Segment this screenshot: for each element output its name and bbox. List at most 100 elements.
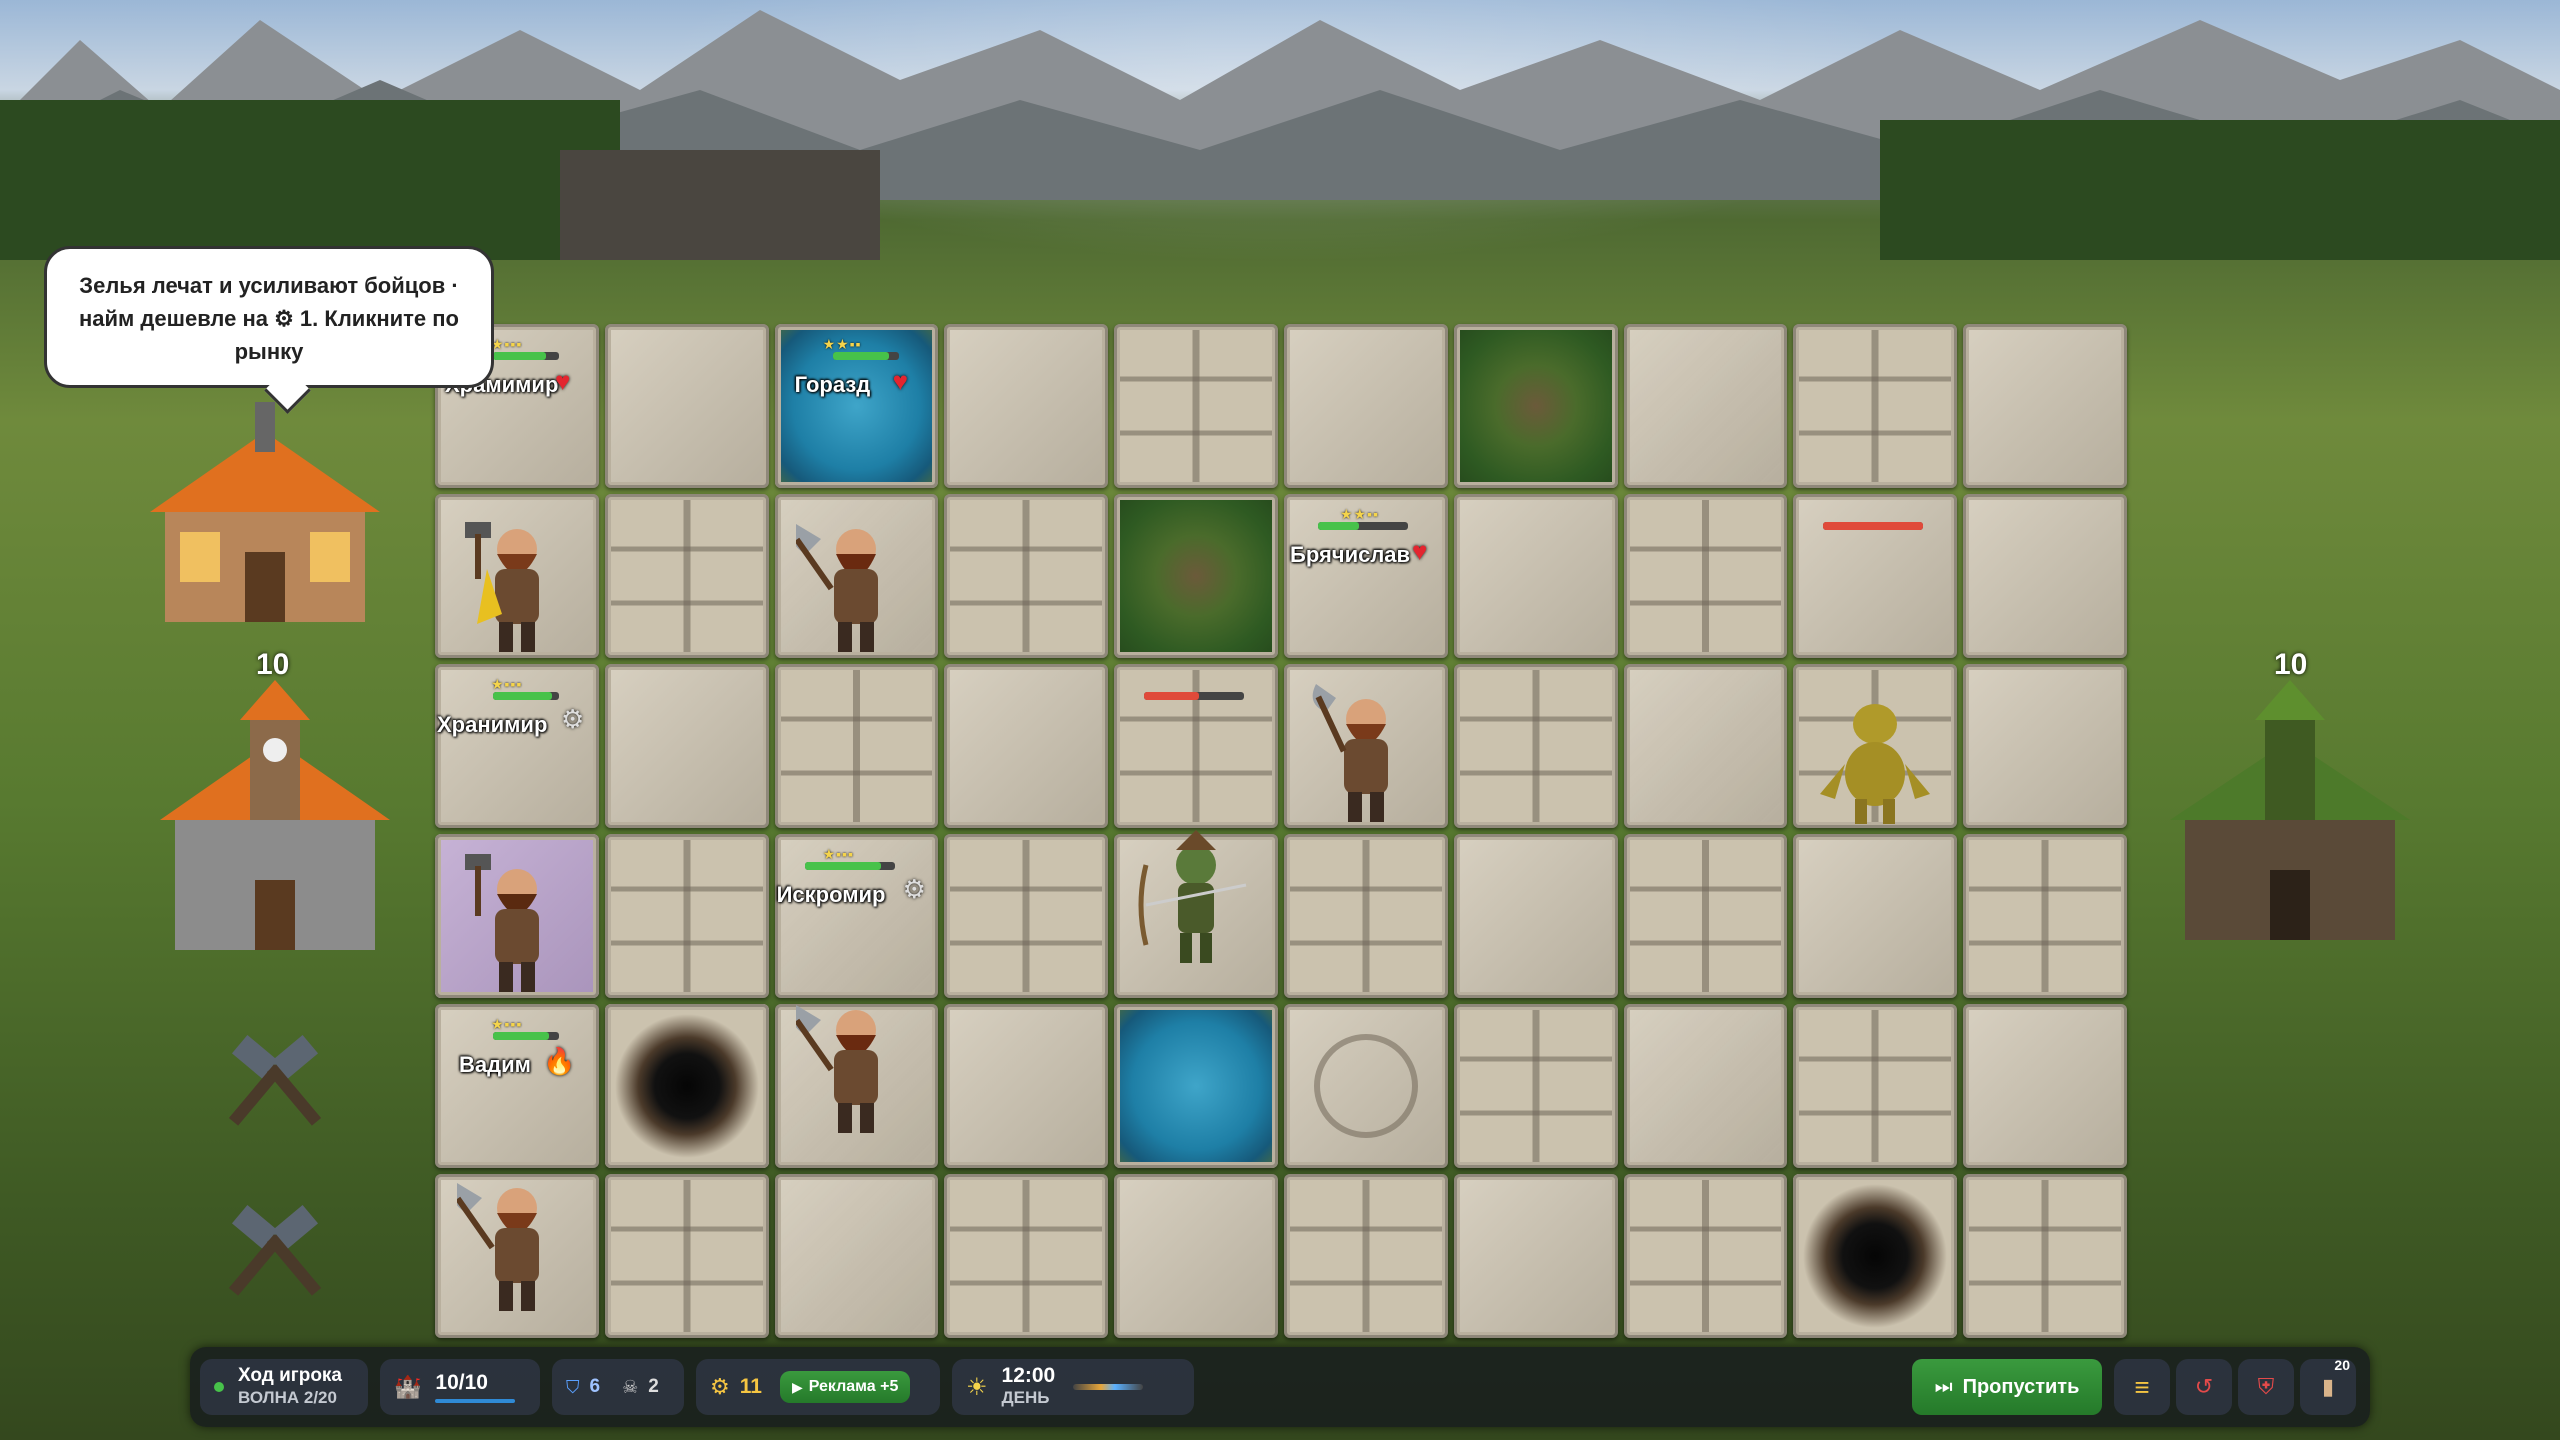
board-tile[interactable] — [1114, 324, 1278, 488]
board-tile[interactable] — [604, 494, 769, 658]
board-tile[interactable]: ★▪▪▪ Вадим 🔥 — [435, 1004, 599, 1168]
board-tile[interactable] — [1114, 829, 1278, 998]
skull-icon: ☠ — [622, 1376, 639, 1397]
board-tile[interactable] — [1793, 664, 1958, 828]
board-tile[interactable] — [1963, 1004, 2127, 1168]
goblin-archer-enemy-unit[interactable] — [1136, 825, 1256, 975]
dwarf-hammer-unit[interactable] — [457, 514, 577, 664]
board-tile[interactable] — [1284, 664, 1448, 828]
board-tile[interactable]: ★★▪▪ Брячислав ♥ — [1284, 494, 1448, 658]
unit-level-stars: ★▪▪▪ — [491, 1016, 523, 1032]
pit-tile[interactable] — [1793, 1174, 1958, 1338]
board-tile[interactable] — [1114, 1174, 1278, 1338]
board-tile[interactable] — [1284, 324, 1448, 488]
dwarf-axe-unit[interactable] — [456, 1173, 577, 1323]
market-building[interactable] — [110, 392, 420, 642]
player-castle[interactable] — [140, 680, 410, 970]
turn-panel: Ход игрока ВОЛНА 2/20 — [200, 1359, 368, 1415]
time-of-day-label: ДЕНЬ — [1001, 1388, 1050, 1407]
board-tile[interactable] — [435, 494, 599, 658]
sun-icon: ☀ — [966, 1373, 988, 1401]
skip-turn-button[interactable]: ⏭ Пропустить — [1912, 1359, 2102, 1415]
board-tile[interactable] — [1963, 494, 2127, 658]
gold-panel: ⚙ 11 ▶ Реклама +5 — [696, 1359, 940, 1415]
board-tile[interactable] — [1453, 1174, 1618, 1338]
board-tile[interactable] — [1793, 494, 1958, 658]
turn-indicator-dot — [214, 1382, 224, 1392]
water-tile[interactable]: ★★▪▪ Горазд ♥ — [774, 324, 939, 488]
forge-hammer-icon-2[interactable] — [220, 1200, 330, 1310]
board-tile[interactable] — [1963, 324, 2127, 488]
board-tile[interactable] — [1623, 834, 1788, 998]
unit-hp-bar — [804, 862, 895, 870]
gear-icon: ⚙ — [561, 704, 585, 734]
board-tile[interactable] — [944, 324, 1109, 488]
board-tile[interactable] — [1623, 1004, 1788, 1168]
board-tile[interactable] — [1453, 494, 1618, 658]
unit-level-stars: ★▪▪▪ — [491, 336, 523, 352]
game-board: ★▪▪▪ Храмимир ♥ ★★▪▪ Горазд ♥ ★★▪▪ Брячи… — [435, 324, 2127, 1338]
ad-bonus-button[interactable]: ▶ Реклама +5 — [779, 1371, 911, 1403]
goblin-enemy-unit[interactable] — [1815, 684, 1935, 834]
board-tile[interactable] — [1623, 494, 1788, 658]
castle-hp-panel: 🏰 10/10 — [380, 1359, 540, 1415]
enemy-base[interactable] — [2150, 680, 2430, 960]
board-tile[interactable] — [774, 494, 939, 658]
board-tile[interactable] — [1963, 1174, 2127, 1338]
archer-spawn-tile[interactable] — [1284, 1004, 1448, 1168]
board-tile[interactable] — [944, 834, 1109, 998]
board-tile[interactable] — [1623, 664, 1788, 828]
time-value: 12:00 — [1001, 1364, 1056, 1387]
board-tile[interactable]: ★▪▪▪ Хранимир ⚙ — [435, 664, 599, 828]
ad-bonus-label: Реклама +5 — [808, 1378, 899, 1395]
board-tile[interactable] — [1453, 1004, 1618, 1168]
board-tile[interactable] — [774, 1004, 939, 1168]
board-tile[interactable] — [774, 1174, 939, 1338]
board-tile[interactable] — [604, 834, 769, 998]
forest-tile[interactable] — [1114, 494, 1278, 658]
pit-tile[interactable] — [604, 1004, 769, 1168]
deck-icon[interactable]: ▮ 20 — [2300, 1357, 2356, 1415]
player-castle-hp: 10 — [256, 648, 290, 681]
board-tile[interactable] — [1284, 1174, 1448, 1338]
board-tile[interactable]: ★▪▪▪ Искромир ⚙ — [774, 834, 939, 998]
dwarf-axe-unit[interactable] — [1306, 684, 1426, 834]
restart-icon[interactable]: ↺ — [2176, 1359, 2232, 1415]
forge-hammer-icon[interactable] — [220, 1030, 330, 1140]
board-tile[interactable] — [1623, 324, 1788, 488]
board-tile[interactable] — [1453, 664, 1618, 828]
water-tile[interactable] — [1114, 1004, 1278, 1168]
board-tile[interactable] — [1114, 664, 1278, 828]
dwarf-hammer-unit[interactable] — [457, 854, 577, 1004]
wave-counter: ВОЛНА 2/20 — [238, 1388, 337, 1407]
board-tile[interactable] — [944, 664, 1109, 828]
board-tile[interactable] — [944, 1004, 1109, 1168]
mountains-decoration — [0, 10, 2560, 200]
menu-icon[interactable]: ≡ — [2114, 1359, 2170, 1415]
board-tile[interactable] — [944, 1174, 1109, 1338]
selected-tile[interactable] — [435, 834, 599, 998]
board-tile[interactable] — [604, 324, 769, 488]
defense-shield-icon[interactable]: ⛨ — [2238, 1359, 2294, 1415]
board-tile[interactable] — [1793, 324, 1958, 488]
board-tile[interactable] — [774, 664, 939, 828]
board-tile[interactable] — [1793, 1004, 1958, 1168]
board-tile[interactable] — [1793, 834, 1958, 998]
unit-level-stars: ★★▪▪ — [1340, 506, 1380, 522]
board-tile[interactable] — [435, 1174, 599, 1338]
forest-tile[interactable] — [1453, 324, 1618, 488]
dwarf-axe-unit[interactable] — [796, 514, 916, 664]
skip-turn-label[interactable]: Пропустить — [1963, 1376, 2080, 1399]
board-tile[interactable] — [1963, 834, 2127, 998]
dwarf-axe-unit[interactable] — [796, 995, 916, 1145]
board-tile[interactable] — [604, 664, 769, 828]
unit-level-stars: ★★▪▪ — [822, 336, 862, 352]
board-tile[interactable] — [1453, 834, 1618, 998]
board-tile[interactable] — [1623, 1174, 1788, 1338]
gear-coin-icon: ⚙ — [710, 1374, 730, 1399]
board-tile[interactable] — [944, 494, 1109, 658]
board-tile[interactable] — [1284, 834, 1448, 998]
board-tile[interactable] — [604, 1174, 769, 1338]
enemy-hp-bar — [1823, 522, 1924, 530]
board-tile[interactable] — [1963, 664, 2127, 828]
